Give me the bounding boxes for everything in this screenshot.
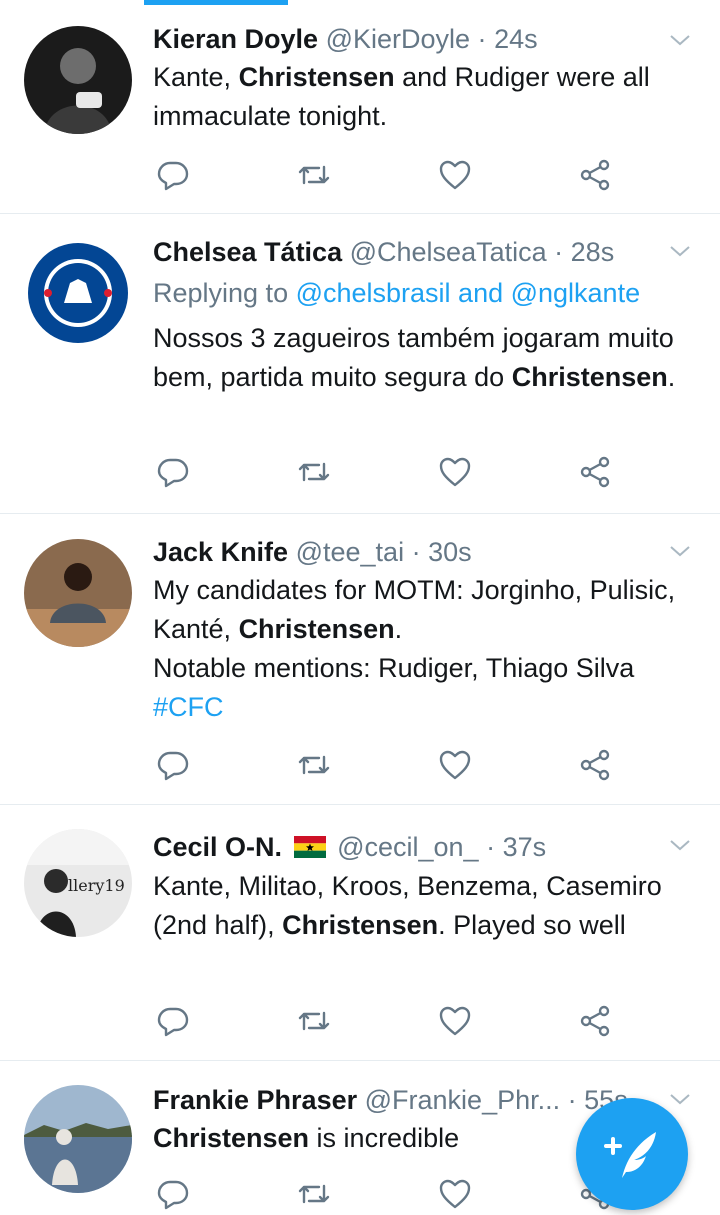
heart-icon[interactable] — [437, 1176, 473, 1212]
author-handle[interactable]: @ChelseaTatica — [350, 237, 547, 267]
timestamp: 37s — [502, 832, 547, 862]
author-handle[interactable]: @tee_tai — [296, 537, 404, 567]
tweet-actions — [153, 454, 623, 490]
hashtag-link[interactable]: #CFC — [153, 692, 224, 722]
share-icon[interactable] — [577, 157, 613, 193]
tweet-actions — [153, 1003, 623, 1039]
heart-icon[interactable] — [437, 1003, 473, 1039]
tweet-text: Kante, Militao, Kroos, Benzema, Casemiro… — [153, 871, 662, 940]
author-handle[interactable]: @Frankie_Phr... — [365, 1085, 561, 1115]
author-name[interactable]: Chelsea Tática — [153, 237, 342, 267]
reply-mentions[interactable]: @chelsbrasil and @nglkante — [296, 278, 641, 308]
author-name[interactable]: Kieran Doyle — [153, 24, 318, 54]
chevron-down-icon[interactable] — [668, 28, 692, 52]
timestamp: 28s — [570, 237, 615, 267]
tweet-text: Kante, Christensen and Rudiger were all … — [153, 62, 650, 131]
tweet-text: My candidates for MOTM: Jorginho, Pulisi… — [153, 575, 676, 722]
author-name[interactable]: Cecil O-N. — [153, 832, 282, 862]
separator: · — [554, 237, 564, 267]
replying-to: Replying to @chelsbrasil and @nglkante — [153, 278, 641, 308]
reply-icon[interactable] — [155, 1003, 191, 1039]
highlight-keyword: Christensen — [238, 62, 395, 92]
share-icon[interactable] — [577, 1003, 613, 1039]
chevron-down-icon[interactable] — [668, 239, 692, 263]
separator: · — [477, 24, 487, 54]
svg-text:llery19: llery19 — [68, 876, 125, 895]
retweet-icon[interactable] — [296, 1176, 332, 1212]
highlight-keyword: Christensen — [282, 910, 439, 940]
tweet[interactable]: Chelsea Tática @ChelseaTatica · 28s Repl… — [0, 214, 720, 514]
tweet[interactable]: Kieran Doyle @KierDoyle · 24s Kante, Chr… — [0, 0, 720, 214]
tweet-text: Nossos 3 zagueiros também jogaram muito … — [153, 323, 676, 392]
tweet-header: Kieran Doyle @KierDoyle · 24s — [153, 22, 660, 56]
avatar[interactable] — [24, 539, 132, 647]
author-name[interactable]: Frankie Phraser — [153, 1085, 357, 1115]
author-handle[interactable]: @cecil_on_ — [337, 832, 479, 862]
reply-icon[interactable] — [155, 454, 191, 490]
tweet-actions — [153, 157, 623, 193]
avatar[interactable] — [24, 239, 132, 347]
compose-tweet-button[interactable] — [576, 1098, 688, 1210]
chevron-down-icon[interactable] — [668, 539, 692, 563]
tweet-header: Jack Knife @tee_tai · 30s — [153, 535, 660, 569]
tweet-header: Chelsea Tática @ChelseaTatica · 28s — [153, 235, 660, 269]
highlight-keyword: Christensen — [511, 362, 668, 392]
reply-icon[interactable] — [155, 747, 191, 783]
highlight-keyword: Christensen — [238, 614, 395, 644]
timestamp: 24s — [494, 24, 538, 54]
author-handle[interactable]: @KierDoyle — [326, 24, 470, 54]
reply-icon[interactable] — [155, 157, 191, 193]
avatar[interactable] — [24, 1085, 132, 1193]
retweet-icon[interactable] — [296, 454, 332, 490]
retweet-icon[interactable] — [296, 157, 332, 193]
share-icon[interactable] — [577, 454, 613, 490]
heart-icon[interactable] — [437, 454, 473, 490]
timestamp: 30s — [428, 537, 472, 567]
tweet[interactable]: Jack Knife @tee_tai · 30s My candidates … — [0, 514, 720, 805]
highlight-keyword: Christensen — [153, 1123, 310, 1153]
compose-tweet-icon — [604, 1132, 656, 1178]
retweet-icon[interactable] — [296, 747, 332, 783]
tweet-header: Cecil O-N. @cecil_on_ · 37s — [153, 830, 660, 864]
tweet[interactable]: llery19 Cecil O-N. @cecil_on_ · 37s Kant… — [0, 805, 720, 1061]
separator: · — [411, 537, 421, 567]
avatar[interactable]: llery19 — [24, 829, 132, 937]
heart-icon[interactable] — [437, 157, 473, 193]
chevron-down-icon[interactable] — [668, 833, 692, 857]
reply-icon[interactable] — [155, 1176, 191, 1212]
share-icon[interactable] — [577, 747, 613, 783]
tweet-actions — [153, 747, 623, 783]
retweet-icon[interactable] — [296, 1003, 332, 1039]
heart-icon[interactable] — [437, 747, 473, 783]
author-name[interactable]: Jack Knife — [153, 537, 288, 567]
tweet-actions — [153, 1176, 623, 1212]
avatar[interactable] — [24, 26, 132, 134]
separator: · — [486, 832, 496, 862]
ghana-flag-icon — [293, 836, 326, 858]
